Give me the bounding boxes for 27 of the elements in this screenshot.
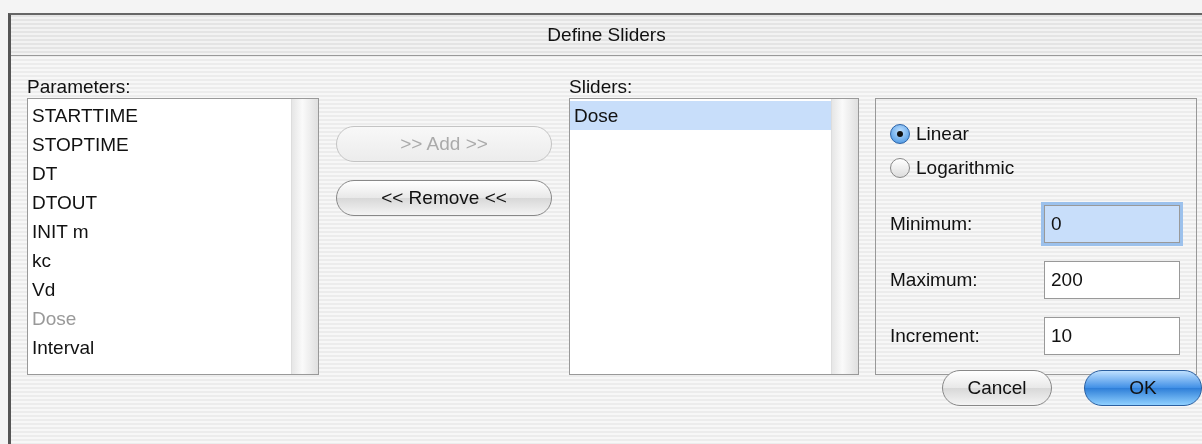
cancel-button[interactable]: Cancel bbox=[942, 370, 1052, 406]
parameter-item[interactable]: DT bbox=[28, 159, 291, 188]
parameter-item[interactable]: INIT m bbox=[28, 217, 291, 246]
radio-label[interactable]: Linear bbox=[916, 123, 969, 145]
remove-button[interactable]: << Remove << bbox=[336, 180, 552, 216]
scrollbar[interactable] bbox=[831, 99, 858, 374]
field-label: Increment: bbox=[890, 325, 980, 347]
field-label: Minimum: bbox=[890, 213, 973, 235]
radio-button[interactable] bbox=[890, 158, 910, 178]
parameter-item[interactable]: DTOUT bbox=[28, 188, 291, 217]
slider-item[interactable]: Dose bbox=[570, 101, 831, 130]
field-label: Maximum: bbox=[890, 269, 978, 291]
parameter-item[interactable]: Vd bbox=[28, 275, 291, 304]
window-title: Define Sliders bbox=[547, 24, 666, 46]
radio-button[interactable] bbox=[890, 124, 910, 144]
sliders-label: Sliders: bbox=[569, 76, 634, 98]
radio-label[interactable]: Logarithmic bbox=[916, 157, 1015, 179]
scrollbar[interactable] bbox=[291, 99, 318, 374]
input-field[interactable]: 0 bbox=[1044, 205, 1180, 243]
parameter-item[interactable]: Interval bbox=[28, 333, 291, 362]
parameters-label: Parameters: bbox=[27, 76, 132, 98]
input-field[interactable]: 10 bbox=[1044, 317, 1180, 355]
ok-button[interactable]: OK bbox=[1084, 370, 1202, 406]
input-field[interactable]: 200 bbox=[1044, 261, 1180, 299]
parameter-item[interactable]: STARTTIME bbox=[28, 101, 291, 130]
parameter-item[interactable]: STOPTIME bbox=[28, 130, 291, 159]
parameter-item[interactable]: kc bbox=[28, 246, 291, 275]
